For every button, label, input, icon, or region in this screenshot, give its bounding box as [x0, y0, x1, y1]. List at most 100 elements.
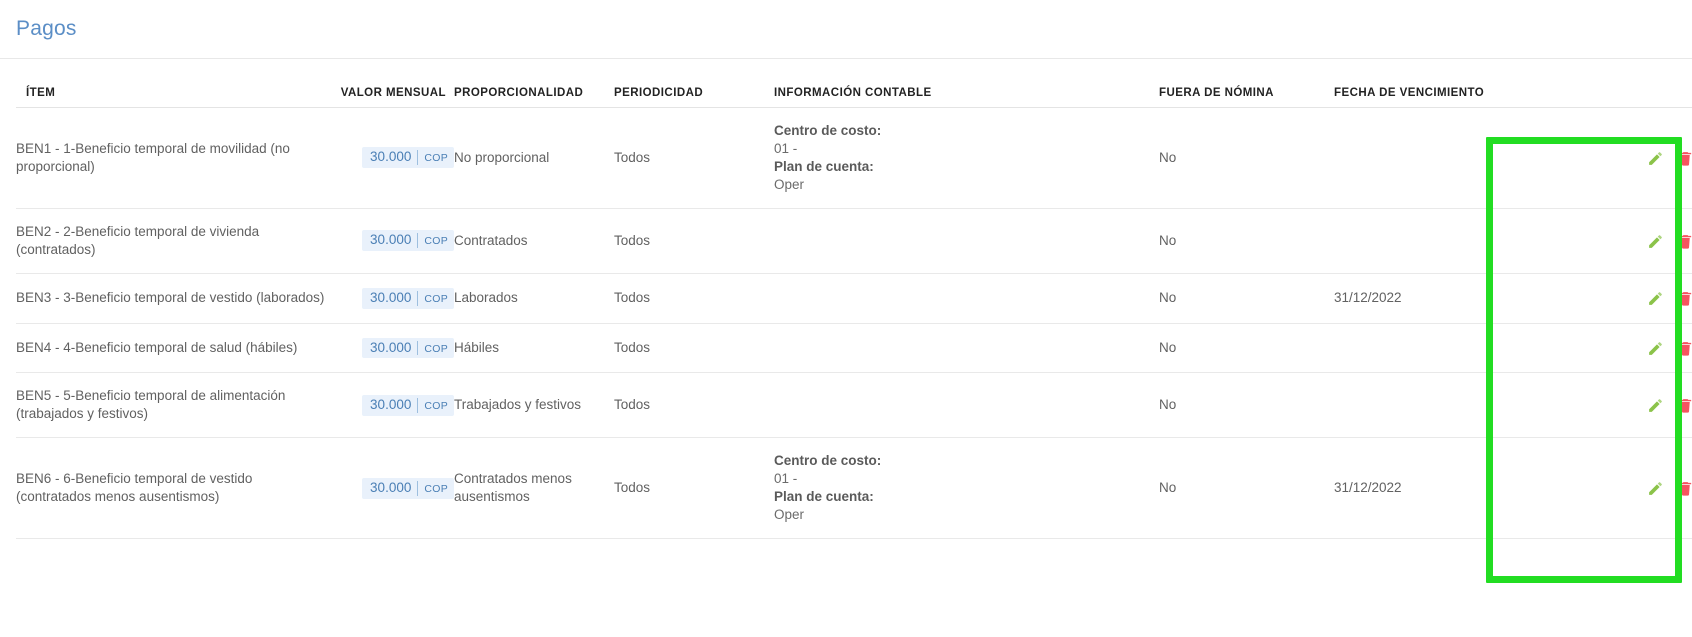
centro-de-costo-label: Centro de costo:	[774, 453, 882, 469]
cell-acciones	[1504, 373, 1692, 438]
currency-code: COP	[424, 399, 448, 412]
column-header-proporcionalidad: PROPORCIONALIDAD	[454, 87, 584, 99]
cell-fuera-de-nomina: No	[1159, 397, 1177, 413]
column-header-item: ÍTEM	[26, 87, 56, 99]
amount-separator	[417, 397, 419, 413]
amount-badge: 30.000 COP	[362, 477, 454, 499]
cell-periodicidad: Todos	[614, 149, 651, 165]
amount-badge: 30.000 COP	[362, 230, 454, 252]
edit-row-button[interactable]	[1647, 340, 1664, 357]
cell-fecha-vencimiento	[1334, 373, 1504, 438]
centro-de-costo-label: Centro de costo:	[774, 123, 882, 138]
amount-separator	[417, 290, 419, 306]
edit-row-button[interactable]	[1647, 233, 1664, 250]
table-row: BEN4 - 4-Beneficio temporal de salud (há…	[16, 323, 1692, 373]
cell-fuera-de-nomina: No	[1159, 149, 1177, 165]
trash-icon	[1677, 482, 1692, 500]
edit-row-button[interactable]	[1647, 480, 1664, 497]
pencil-icon	[1647, 342, 1664, 360]
cell-valor-mensual: 30.000 COP	[326, 208, 454, 273]
trash-icon	[1677, 292, 1692, 310]
cell-informacion-contable	[774, 323, 1159, 373]
currency-code: COP	[424, 152, 448, 165]
cell-proporcionalidad: Trabajados y festivos	[454, 397, 582, 413]
cell-fecha-vencimiento: 31/12/2022	[1334, 290, 1402, 306]
page-header: Pagos	[0, 0, 1692, 46]
amount-value: 30.000	[370, 149, 412, 165]
cell-periodicidad: Todos	[614, 340, 651, 355]
amount-separator	[417, 480, 419, 496]
cell-proporcionalidad: Contratados menos ausentismos	[454, 471, 572, 505]
cell-fecha-vencimiento: 31/12/2022	[1334, 480, 1402, 496]
trash-icon	[1677, 342, 1692, 360]
column-header-fecha-vencimiento: FECHA DE VENCIMIENTO	[1334, 87, 1485, 99]
table-row: BEN5 - 5-Beneficio temporal de alimentac…	[16, 372, 1692, 438]
cell-proporcionalidad: Laborados	[454, 290, 518, 306]
cell-valor-mensual: 30.000 COP	[326, 273, 454, 323]
currency-code: COP	[424, 482, 448, 495]
amount-separator	[417, 150, 419, 166]
cell-proporcionalidad: Contratados	[454, 232, 528, 248]
currency-code: COP	[424, 235, 448, 248]
table-row: BEN2 - 2-Beneficio temporal de vivienda …	[16, 208, 1692, 273]
centro-de-costo-value: 01 -	[774, 471, 798, 487]
trash-icon	[1677, 151, 1692, 170]
page-title: Pagos	[16, 17, 77, 40]
edit-row-button[interactable]	[1647, 290, 1664, 307]
cell-valor-mensual: 30.000 COP	[326, 438, 454, 539]
delete-row-button[interactable]	[1677, 233, 1692, 250]
cell-item: BEN4 - 4-Beneficio temporal de salud (há…	[16, 340, 298, 355]
cell-fuera-de-nomina: No	[1159, 232, 1177, 248]
cell-periodicidad: Todos	[614, 232, 651, 248]
pencil-icon	[1647, 292, 1664, 310]
column-header-informacion-contable: INFORMACIÓN CONTABLE	[774, 87, 932, 99]
table-header: ÍTEM VALOR MENSUAL PROPORCIONALIDAD PERI…	[16, 59, 1692, 108]
table-row: BEN3 - 3-Beneficio temporal de vestido (…	[16, 273, 1692, 323]
cell-item: BEN2 - 2-Beneficio temporal de vivienda …	[16, 223, 260, 257]
cell-valor-mensual: 30.000 COP	[326, 108, 454, 209]
amount-value: 30.000	[370, 289, 412, 305]
pencil-icon	[1647, 151, 1664, 170]
cell-informacion-contable: Centro de costo: 01 - Plan de cuenta: Oper	[774, 438, 1159, 539]
cell-acciones	[1504, 323, 1692, 373]
cell-fecha-vencimiento	[1334, 323, 1504, 373]
cell-fecha-vencimiento	[1334, 108, 1504, 209]
cell-proporcionalidad: No proporcional	[454, 149, 550, 165]
edit-row-button[interactable]	[1647, 150, 1664, 167]
currency-code: COP	[424, 342, 448, 355]
cell-fuera-de-nomina: No	[1159, 290, 1177, 306]
column-header-fuera-de-nomina: FUERA DE NÓMINA	[1159, 87, 1274, 99]
plan-de-cuenta-value: Oper	[774, 507, 805, 523]
delete-row-button[interactable]	[1677, 150, 1692, 167]
cell-informacion-contable	[774, 273, 1159, 323]
cell-proporcionalidad: Hábiles	[454, 340, 500, 355]
amount-value: 30.000	[370, 396, 412, 412]
currency-code: COP	[424, 292, 448, 305]
amount-badge: 30.000 COP	[362, 337, 454, 359]
cell-item: BEN3 - 3-Beneficio temporal de vestido (…	[16, 290, 325, 306]
cell-acciones	[1504, 108, 1692, 209]
delete-row-button[interactable]	[1677, 340, 1692, 357]
cell-acciones	[1504, 438, 1692, 539]
pencil-icon	[1647, 399, 1664, 417]
pencil-icon	[1647, 482, 1664, 500]
cell-fuera-de-nomina: No	[1159, 480, 1177, 496]
delete-row-button[interactable]	[1677, 480, 1692, 497]
cell-fuera-de-nomina: No	[1159, 340, 1177, 355]
edit-row-button[interactable]	[1647, 397, 1664, 414]
amount-value: 30.000	[370, 479, 412, 495]
delete-row-button[interactable]	[1677, 290, 1692, 307]
cell-informacion-contable	[774, 208, 1159, 273]
amount-separator	[417, 340, 419, 356]
cell-acciones	[1504, 208, 1692, 273]
cell-item: BEN6 - 6-Beneficio temporal de vestido (…	[16, 471, 253, 505]
delete-row-button[interactable]	[1677, 397, 1692, 414]
table-header-row: ÍTEM VALOR MENSUAL PROPORCIONALIDAD PERI…	[16, 59, 1692, 108]
amount-value: 30.000	[370, 339, 412, 355]
cell-informacion-contable: Centro de costo: 01 - Plan de cuenta: Oper	[774, 108, 1159, 209]
cell-periodicidad: Todos	[614, 290, 651, 306]
plan-de-cuenta-label: Plan de cuenta:	[774, 489, 874, 505]
amount-value: 30.000	[370, 232, 412, 248]
cell-valor-mensual: 30.000 COP	[326, 323, 454, 373]
cell-item: BEN5 - 5-Beneficio temporal de alimentac…	[16, 388, 286, 422]
